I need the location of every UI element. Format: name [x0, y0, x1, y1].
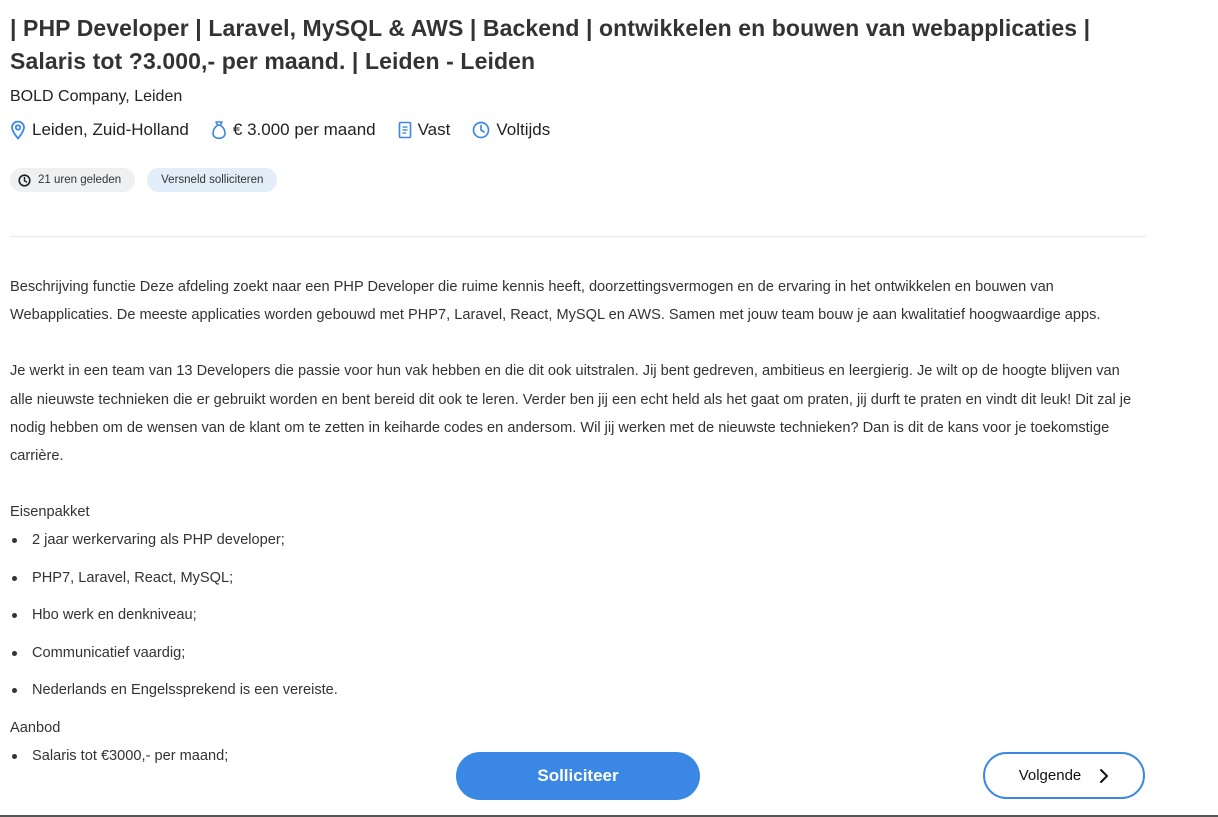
list-item: Hbo werk en denkniveau;	[10, 601, 1146, 629]
description-paragraph-2: Je werkt in een team van 13 Developers d…	[10, 363, 1132, 465]
meta-salary: € 3.000 per maand	[211, 120, 376, 140]
document-icon	[398, 121, 411, 139]
posted-text: 21 uren geleden	[38, 174, 122, 186]
apply-button[interactable]: Solliciteer	[456, 752, 700, 800]
list-item: 2 jaar werkervaring als PHP developer;	[10, 526, 1146, 554]
description-paragraph-1: Beschrijving functie Deze afdeling zoekt…	[10, 279, 1101, 324]
job-description: Beschrijving functie Deze afdeling zoekt…	[10, 273, 1146, 770]
clock-small-icon	[18, 173, 31, 187]
job-detail: | PHP Developer | Laravel, MySQL & AWS |…	[10, 12, 1146, 779]
list-item: Communicatief vaardig;	[10, 639, 1146, 667]
list-item: PHP7, Laravel, React, MySQL;	[10, 564, 1146, 592]
salary-text: € 3.000 per maand	[232, 120, 376, 139]
map-pin-icon	[11, 120, 25, 140]
posted-badge: 21 uren geleden	[10, 168, 136, 192]
location-text: Leiden, Zuid-Holland	[32, 120, 189, 139]
job-meta: Leiden, Zuid-Holland € 3.000 per maand V…	[10, 120, 1146, 140]
requirements-list: 2 jaar werkervaring als PHP developer; P…	[10, 526, 1146, 704]
offer-title: Aanbod	[10, 719, 61, 736]
meta-hours: Voltijds	[472, 120, 550, 140]
quick-apply-text: Versneld solliciteren	[161, 174, 264, 186]
next-button-label: Volgende	[1018, 767, 1082, 784]
hours-text: Voltijds	[496, 120, 551, 139]
list-item: Nederlands en Engelssprekend is een vere…	[10, 676, 1146, 704]
job-title: | PHP Developer | Laravel, MySQL & AWS |…	[10, 15, 1091, 74]
meta-location: Leiden, Zuid-Holland	[10, 120, 189, 140]
job-tags: 21 uren geleden Versneld solliciteren	[10, 168, 1146, 192]
quick-apply-badge: Versneld solliciteren	[147, 168, 278, 192]
requirements-title: Eisenpakket	[10, 504, 90, 521]
money-bag-icon	[212, 121, 226, 140]
meta-contract: Vast	[398, 120, 451, 140]
clock-icon	[473, 121, 490, 139]
divider	[10, 236, 1146, 237]
next-button[interactable]: Volgende	[983, 752, 1145, 799]
company-name: BOLD Company, Leiden	[10, 88, 183, 105]
contract-text: Vast	[417, 120, 451, 139]
chevron-right-icon	[1100, 768, 1109, 783]
